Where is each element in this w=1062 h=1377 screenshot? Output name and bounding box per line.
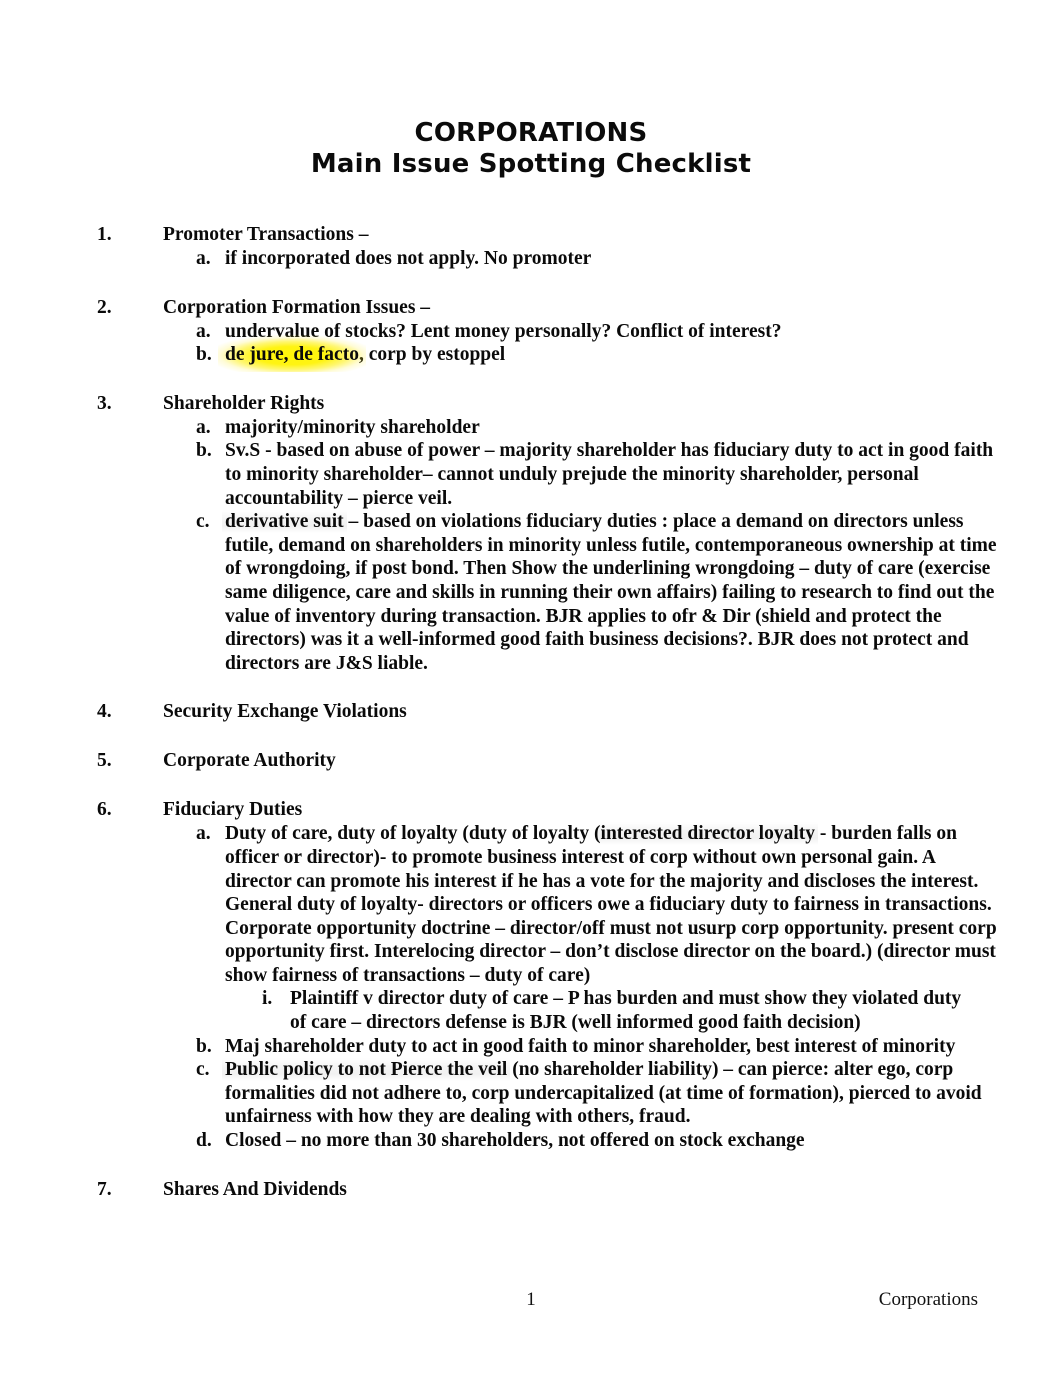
- list-item: b. de jure, de facto, corp by estoppel: [0, 343, 1030, 367]
- outline-section-3: 3. Shareholder Rights a. majority/minority…: [0, 391, 1062, 676]
- list-item: a. majority/minority shareholder: [0, 416, 1030, 440]
- list-item-text: , corp by estoppel: [358, 344, 506, 366]
- section-heading-text: Shareholder Rights: [163, 392, 325, 414]
- list-item-text: - burden falls on officer or director)- …: [225, 823, 997, 986]
- list-item-marker: c.: [196, 511, 210, 533]
- page-footer: 1 Corporations: [0, 1288, 1062, 1318]
- list-item-text: majority/minority shareholder: [225, 416, 480, 438]
- section-heading-text: Shares And Dividends: [163, 1178, 347, 1200]
- section-heading: 7. Shares And Dividends: [0, 1177, 1030, 1202]
- outline-section-1: 1. Promoter Transactions – a. if incorpora…: [0, 222, 1062, 271]
- list-item-text: if incorporated does not apply. No promo…: [225, 248, 592, 269]
- list-item-marker: d.: [196, 1130, 212, 1152]
- highlighted-text-derivative-suit: derivative suit: [225, 511, 344, 533]
- list-item-text: undervalue of stocks? Lent money persona…: [225, 320, 782, 342]
- outline-section-6: 6. Fiduciary Duties a. Duty of care, duty …: [0, 797, 1062, 1152]
- section-marker: 2.: [97, 296, 112, 318]
- section-marker: 5.: [97, 750, 112, 772]
- section-heading-text: Corporation Formation Issues –: [163, 296, 431, 318]
- sub-list-item-marker: i.: [262, 988, 273, 1010]
- list-item-marker: b.: [196, 440, 212, 462]
- list-item-marker: a.: [196, 320, 211, 342]
- list-item: a. undervalue of stocks? Lent money pers…: [0, 320, 1030, 344]
- highlighted-text-de-jure-de-facto: de jure, de facto: [225, 344, 359, 366]
- list-item: a. Duty of care, duty of loyalty (duty of…: [0, 822, 1030, 987]
- outline-section-2: 2. Corporation Formation Issues – a. unde…: [0, 295, 1062, 367]
- list-item-text-pre: Duty of care, duty of loyalty (duty of l…: [225, 823, 601, 845]
- section-marker: 1.: [97, 224, 112, 245]
- section-heading: 6. Fiduciary Duties: [0, 797, 1030, 822]
- document-page: CORPORATIONS Main Issue Spotting Checkli…: [0, 0, 1062, 1377]
- list-item: b. Sv.S - based on abuse of power – major…: [0, 439, 1030, 510]
- section-heading-text: Corporate Authority: [163, 750, 336, 772]
- outline-section-4: 4. Security Exchange Violations: [0, 699, 1062, 724]
- section-heading: 5. Corporate Authority: [0, 748, 1030, 773]
- list-item-text: – based on violations fiduciary duties :…: [225, 511, 997, 674]
- footer-document-label: Corporations: [878, 1289, 978, 1310]
- section-heading: 1. Promoter Transactions –: [0, 222, 1030, 247]
- page-subtitle: Main Issue Spotting Checklist: [300, 149, 762, 184]
- sub-list-item-text: Plaintiff v director duty of care – P ha…: [290, 988, 962, 1034]
- list-item: a. if incorporated does not apply. No pro…: [0, 247, 1030, 271]
- highlighted-text-interested-director-loyalty: interested director loyalty: [600, 823, 815, 845]
- list-item-marker: b.: [196, 344, 212, 366]
- list-item-marker: a.: [196, 823, 211, 845]
- highlighted-text-public-policy: Public policy to not Pierce the veil: [225, 1059, 508, 1081]
- document-title-block: CORPORATIONS Main Issue Spotting Checkli…: [0, 118, 1062, 184]
- list-item: c. Public policy to not Pierce the veil (…: [0, 1058, 1030, 1129]
- page-title: CORPORATIONS: [414, 118, 648, 148]
- outline-section-7: 7. Shares And Dividends: [0, 1177, 1062, 1202]
- section-heading: 4. Security Exchange Violations: [0, 699, 1030, 724]
- section-marker: 4.: [97, 701, 112, 723]
- list-item-marker: c.: [196, 1059, 210, 1081]
- sub-list-item: i. Plaintiff v director duty of care – P …: [0, 987, 1030, 1034]
- section-marker: 6.: [97, 799, 112, 821]
- outline-list: 1. Promoter Transactions – a. if incorpora…: [0, 222, 1062, 1202]
- list-item: d. Closed – no more than 30 shareholders,…: [0, 1129, 1030, 1153]
- list-item: b. Maj shareholder duty to act in good fa…: [0, 1035, 1030, 1059]
- section-heading-text: Security Exchange Violations: [163, 701, 407, 723]
- list-item-marker: a.: [196, 416, 211, 438]
- section-marker: 7.: [97, 1178, 112, 1200]
- section-marker: 3.: [97, 392, 112, 414]
- section-heading: 3. Shareholder Rights: [0, 391, 1030, 416]
- section-heading-text: Promoter Transactions –: [163, 224, 369, 245]
- list-item-text: Closed – no more than 30 shareholders, n…: [225, 1130, 805, 1152]
- section-heading-text: Fiduciary Duties: [163, 799, 303, 821]
- section-heading: 2. Corporation Formation Issues –: [0, 295, 1030, 320]
- outline-section-5: 5. Corporate Authority: [0, 748, 1062, 773]
- list-item-marker: a.: [196, 248, 211, 269]
- list-item-text: Sv.S - based on abuse of power – majorit…: [225, 440, 994, 509]
- list-item-text: Maj shareholder duty to act in good fait…: [225, 1035, 956, 1057]
- list-item: c. derivative suit – based on violations …: [0, 510, 1030, 675]
- list-item-marker: b.: [196, 1035, 212, 1057]
